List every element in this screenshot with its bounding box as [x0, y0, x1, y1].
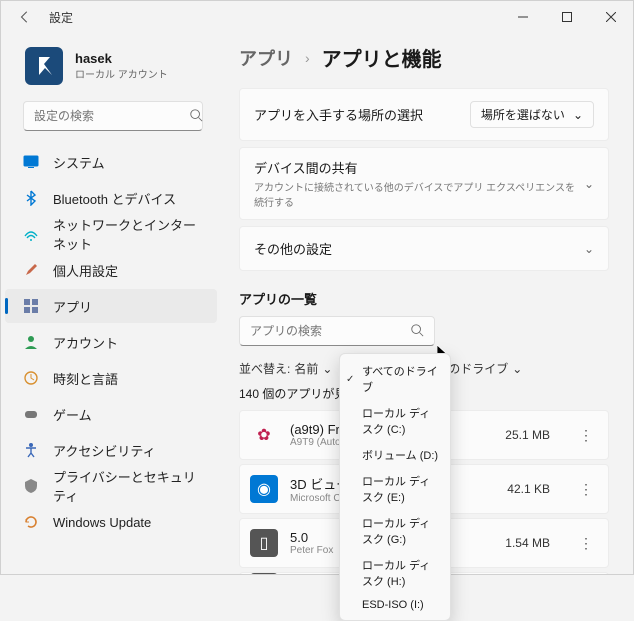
chevron-down-icon: ⌄ [573, 108, 583, 122]
sidebar-item-accounts[interactable]: アカウント [5, 325, 217, 359]
system-icon [23, 154, 39, 170]
search-icon [410, 323, 424, 340]
bluetooth-icon [23, 190, 39, 206]
app-size: 25.1 MB [505, 428, 550, 442]
sidebar-item-update[interactable]: Windows Update [5, 505, 217, 539]
chevron-down-icon: ⌄ [584, 177, 594, 191]
window-title: 設定 [49, 9, 73, 26]
sidebar-item-label: プライバシーとセキュリティ [53, 467, 199, 505]
gaming-icon [23, 406, 39, 422]
filter-dropdown: すべてのドライブ ローカル ディスク (C:) ボリューム (D:) ローカル … [339, 353, 451, 621]
kebab-menu[interactable]: ⋮ [574, 481, 598, 498]
kebab-menu[interactable]: ⋮ [574, 535, 598, 552]
dropdown-item[interactable]: ローカル ディスク (E:) [340, 468, 450, 510]
network-icon [23, 226, 39, 242]
card-title: その他の設定 [254, 239, 332, 258]
dropdown-item[interactable]: すべてのドライブ [340, 358, 450, 400]
clock-icon [23, 370, 39, 386]
chevron-right-icon: › [305, 50, 310, 66]
sidebar-item-gaming[interactable]: ゲーム [5, 397, 217, 431]
apps-icon [23, 298, 39, 314]
back-button[interactable] [15, 7, 35, 27]
card-subtitle: アカウントに接続されている他のデバイスでアプリ エクスペリエンスを続行する [254, 179, 584, 209]
sidebar-item-time[interactable]: 時刻と言語 [5, 361, 217, 395]
sidebar-item-label: ゲーム [53, 405, 92, 424]
dropdown-item[interactable]: ローカル ディスク (C:) [340, 400, 450, 442]
card-share-across-devices[interactable]: デバイス間の共有 アカウントに接続されている他のデバイスでアプリ エクスペリエン… [239, 147, 609, 220]
account-icon [23, 334, 39, 350]
sidebar-item-label: アカウント [53, 333, 118, 352]
maximize-button[interactable] [545, 1, 589, 33]
chevron-down-icon: ⌄ [512, 362, 522, 376]
page-title: アプリと機能 [322, 43, 442, 72]
close-button[interactable] [589, 1, 633, 33]
dropdown-item[interactable]: ボリューム (D:) [340, 442, 450, 468]
card-title: デバイス間の共有 [254, 158, 584, 177]
sidebar-item-label: 時刻と言語 [53, 369, 118, 388]
sidebar-item-label: Windows Update [53, 515, 151, 530]
app-icon: ▯ [250, 529, 278, 557]
sidebar-item-label: アプリ [53, 297, 92, 316]
app-icon: ▯ [250, 573, 278, 574]
search-icon [189, 108, 203, 125]
app-size: 1.54 MB [505, 536, 550, 550]
card-title: アプリを入手する場所の選択 [254, 105, 423, 124]
app-icon: ◉ [250, 475, 278, 503]
sidebar-item-label: アクセシビリティ [53, 441, 156, 460]
update-icon [23, 514, 39, 530]
chevron-down-icon: ⌄ [584, 242, 594, 256]
card-where-to-get-apps[interactable]: アプリを入手する場所の選択 場所を選ばない ⌄ [239, 88, 609, 141]
app-size: 42.1 KB [507, 482, 550, 496]
sort-label: 並べ替え: [239, 360, 290, 377]
sidebar-item-apps[interactable]: アプリ [5, 289, 217, 323]
settings-search[interactable] [23, 101, 203, 131]
dropdown-item[interactable]: ESD-ISO (I:) [340, 594, 450, 616]
breadcrumb: アプリ › アプリと機能 [239, 43, 609, 72]
breadcrumb-parent[interactable]: アプリ [239, 45, 293, 71]
settings-search-input[interactable] [34, 109, 189, 123]
avatar [25, 47, 63, 85]
chevron-down-icon: ⌄ [322, 362, 332, 376]
kebab-menu[interactable]: ⋮ [574, 427, 598, 444]
sidebar-item-label: ネットワークとインターネット [53, 215, 199, 253]
section-title: アプリの一覧 [239, 289, 609, 308]
sidebar-item-label: Bluetooth とデバイス [53, 189, 176, 208]
profile-sub: ローカル アカウント [75, 66, 168, 81]
minimize-button[interactable] [501, 1, 545, 33]
sort-button[interactable]: 並べ替え: 名前 ⌄ [239, 360, 332, 377]
shield-icon [23, 478, 39, 494]
where-to-get-apps-combo[interactable]: 場所を選ばない ⌄ [470, 101, 594, 128]
profile-name: hasek [75, 51, 168, 66]
profile-block[interactable]: hasek ローカル アカウント [1, 33, 221, 99]
sidebar-item-label: 個人用設定 [53, 261, 118, 280]
brush-icon [23, 262, 39, 278]
sidebar-item-label: システム [53, 153, 105, 172]
dropdown-item[interactable]: ローカル ディスク (G:) [340, 510, 450, 552]
sidebar-item-personalize[interactable]: 個人用設定 [5, 253, 217, 287]
sidebar-item-network[interactable]: ネットワークとインターネット [5, 217, 217, 251]
card-other-settings[interactable]: その他の設定 ⌄ [239, 226, 609, 271]
accessibility-icon [23, 442, 39, 458]
sidebar-item-accessibility[interactable]: アクセシビリティ [5, 433, 217, 467]
sidebar-item-bluetooth[interactable]: Bluetooth とデバイス [5, 181, 217, 215]
sidebar-item-privacy[interactable]: プライバシーとセキュリティ [5, 469, 217, 503]
combo-value: 場所を選ばない [481, 106, 565, 123]
app-icon: ✿ [250, 421, 278, 449]
sort-value: 名前 [294, 360, 318, 377]
app-search-input[interactable] [250, 324, 410, 338]
app-search[interactable] [239, 316, 435, 346]
dropdown-item[interactable]: ローカル ディスク (H:) [340, 552, 450, 594]
sidebar-item-system[interactable]: システム [5, 145, 217, 179]
